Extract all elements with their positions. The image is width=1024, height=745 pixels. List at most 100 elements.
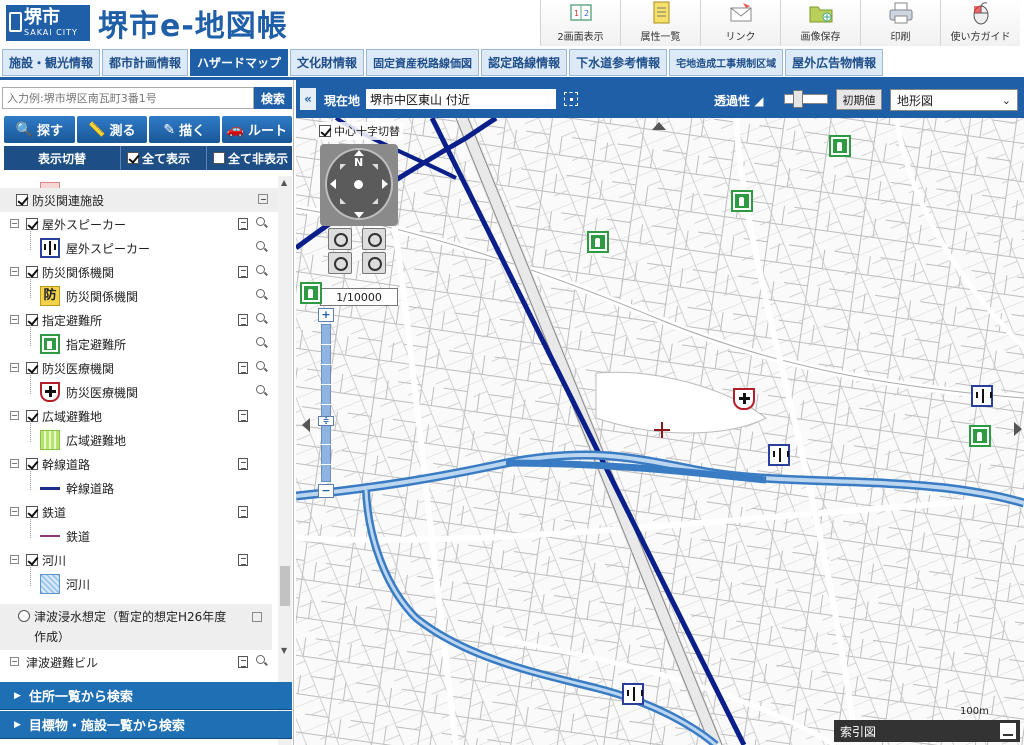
collapse-icon[interactable]: − [10, 459, 19, 468]
tab-sewer[interactable]: 下水道参考情報 [569, 49, 668, 76]
document-icon[interactable] [238, 554, 248, 566]
zoom-track[interactable] [321, 324, 331, 482]
tab-land-development[interactable]: 宅地造成工事規制区域 [669, 49, 784, 76]
magnifier-icon[interactable] [256, 655, 268, 667]
tsunami-collapse-icon[interactable] [252, 612, 262, 622]
tsunami-group[interactable]: 津波浸水想定（暫定的想定H26年度 作成） [0, 604, 272, 650]
route-button[interactable]: 🚗 ルート [221, 116, 292, 143]
target-location-icon[interactable] [564, 92, 578, 106]
layer-group[interactable]: − 防災関係機関 [0, 260, 278, 284]
collapse-icon[interactable]: − [10, 411, 19, 420]
tab-certified-roads[interactable]: 認定路線情報 [481, 49, 568, 76]
magnifier-icon[interactable] [256, 385, 268, 397]
layer-checkbox[interactable] [26, 458, 38, 470]
hide-all-option[interactable]: 全て非表示 [206, 146, 292, 170]
magnifier-icon[interactable] [256, 289, 268, 301]
scroll-thumb[interactable] [280, 566, 290, 606]
layer-group[interactable]: − 指定避難所 [0, 308, 278, 332]
tab-urban-planning[interactable]: 都市計画情報 [102, 49, 189, 76]
magnifier-icon[interactable] [256, 217, 268, 229]
zoom-area-icon[interactable] [362, 252, 386, 274]
layer-checkbox[interactable] [26, 554, 38, 566]
document-icon[interactable] [238, 656, 248, 668]
link-button[interactable]: リンク [700, 0, 780, 46]
layer-list-scrollbar[interactable]: ▲ ▼ [278, 176, 292, 745]
collapse-panel-button[interactable]: « [300, 88, 316, 110]
opacity-slider-thumb[interactable] [793, 90, 803, 108]
evacuation-shelter-marker[interactable] [829, 135, 851, 157]
section-checkbox[interactable] [16, 194, 28, 206]
tab-facilities[interactable]: 施設・観光情報 [2, 49, 101, 76]
tab-property-tax[interactable]: 固定資産税路線価図 [366, 49, 480, 76]
logo[interactable]: 堺市 SAKAI CITY 堺市e-地図帳 [6, 4, 288, 44]
opacity-slider[interactable] [784, 94, 828, 104]
magnifier-icon[interactable] [256, 313, 268, 325]
rotate-reset-icon[interactable] [328, 252, 352, 274]
tab-outdoor-ads[interactable]: 屋外広告物情報 [785, 49, 884, 76]
layer-checkbox[interactable] [26, 362, 38, 374]
tsunami-radio[interactable] [18, 610, 30, 622]
map-type-select[interactable]: 地形図 ⌄ [890, 89, 1018, 111]
collapse-icon[interactable]: − [10, 555, 19, 564]
outdoor-speaker-marker[interactable] [622, 683, 644, 705]
layer-checkbox[interactable] [26, 266, 38, 278]
draw-button[interactable]: ✎ 描く [149, 116, 220, 143]
layer-group[interactable]: − 幹線道路 [0, 452, 278, 476]
find-button[interactable]: 🔍 探す [4, 116, 75, 143]
minimize-icon[interactable] [1000, 723, 1016, 739]
collapse-icon[interactable]: − [10, 315, 19, 324]
show-all-checkbox[interactable] [127, 152, 139, 164]
evacuation-shelter-marker[interactable] [587, 231, 609, 253]
address-search-input[interactable] [2, 87, 254, 109]
evacuation-shelter-marker[interactable] [969, 425, 991, 447]
scroll-down-icon[interactable]: ▼ [281, 646, 287, 655]
medical-facility-marker[interactable] [733, 388, 755, 410]
map-pan-up-icon[interactable] [652, 122, 666, 130]
reset-button[interactable]: 初期値 [836, 89, 882, 110]
measure-button[interactable]: 📏 測る [76, 116, 147, 143]
zoom-slider-thumb[interactable]: ≑ [318, 416, 334, 426]
zoom-plus-icon[interactable]: + [318, 308, 334, 322]
landmark-list-search-panel[interactable]: ▶ 目標物・施設一覧から検索 [0, 711, 292, 739]
pan-downright-icon[interactable] [372, 198, 378, 204]
crosshair-toggle[interactable]: 中心十字切替 [316, 122, 403, 140]
layer-group[interactable]: − 広域避難地 [0, 404, 278, 428]
layer-group[interactable]: − 屋外スピーカー [0, 212, 278, 236]
layer-group[interactable]: − 防災医療機関 [0, 356, 278, 380]
print-button[interactable]: 印刷 [860, 0, 940, 46]
pan-right-icon[interactable] [382, 179, 388, 189]
pan-left-icon[interactable] [330, 179, 336, 189]
outdoor-speaker-marker[interactable] [768, 444, 790, 466]
show-all-option[interactable]: 全て表示 [120, 146, 206, 170]
layer-checkbox[interactable] [26, 410, 38, 422]
tab-cultural-assets[interactable]: 文化財情報 [290, 49, 365, 76]
document-icon[interactable] [238, 218, 248, 230]
pan-control[interactable]: N [320, 144, 398, 226]
document-icon[interactable] [238, 506, 248, 518]
document-icon[interactable] [238, 314, 248, 326]
address-search-button[interactable]: 検索 [254, 87, 292, 109]
layer-tsunami-building[interactable]: − 津波避難ビル [0, 650, 278, 674]
map-pan-left-icon[interactable] [302, 418, 310, 432]
zoom-minus-icon[interactable]: − [318, 484, 334, 498]
magnifier-icon[interactable] [256, 241, 268, 253]
document-icon[interactable] [238, 410, 248, 422]
pan-upleft-icon[interactable] [340, 164, 346, 170]
outdoor-speaker-marker[interactable] [971, 385, 993, 407]
collapse-icon[interactable]: − [10, 219, 19, 228]
layer-checkbox[interactable] [26, 218, 38, 230]
collapse-icon[interactable]: − [10, 267, 19, 276]
document-icon[interactable] [238, 266, 248, 278]
collapse-icon[interactable]: − [10, 363, 19, 372]
expand-icon[interactable]: − [10, 657, 19, 666]
scroll-up-icon[interactable]: ▲ [281, 178, 287, 187]
attribute-list-button[interactable]: 属性一覧 [620, 0, 700, 46]
section-header-bousai[interactable]: 防災関連施設 [0, 188, 278, 212]
layer-checkbox[interactable] [26, 314, 38, 326]
zoom-out-icon[interactable] [362, 228, 386, 250]
dual-screen-button[interactable]: 12 2画面表示 [540, 0, 620, 46]
image-save-button[interactable]: 画像保存 [780, 0, 860, 46]
layer-group[interactable]: − 河川 [0, 548, 278, 572]
evacuation-shelter-marker[interactable] [300, 282, 322, 304]
tab-hazard-map[interactable]: ハザードマップ [190, 49, 289, 76]
